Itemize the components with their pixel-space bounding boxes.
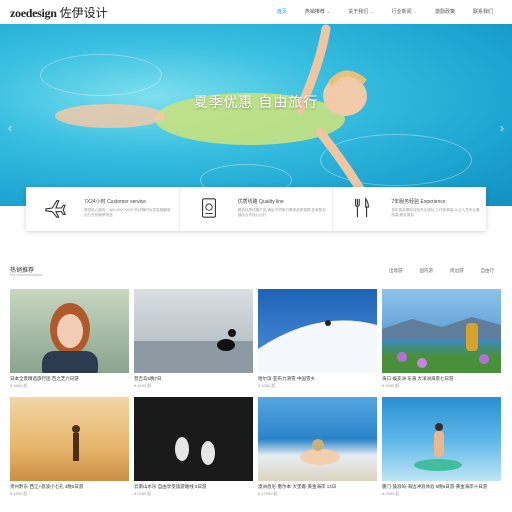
swimmer-illustration — [55, 24, 368, 194]
product-card[interactable]: 普吉岛5晚7日 ¥ 6180 起 — [134, 289, 253, 393]
nav-policy[interactable]: 激励政策 — [426, 8, 464, 15]
product-card[interactable]: 厦门·鼓浪屿·海边冲浪体验 5晚6日游·黄金海岸十日游 ¥ 2590 起 — [382, 397, 501, 501]
filter-outbound[interactable]: 出境游 — [389, 268, 403, 274]
product-card[interactable]: 云南山水乐 自由享受旅游路线 5日游 ¥ 2180 起 — [134, 397, 253, 501]
product-price: ¥ 17999 起 — [258, 491, 278, 496]
section-subtitle: Hot recommendation — [10, 273, 43, 277]
nav-about[interactable]: 关于我们 ⌄ — [339, 8, 382, 15]
product-image — [382, 397, 501, 481]
product-title: 厦门·鼓浪屿·海边冲浪体验 5晚6日游·黄金海岸十日游 — [382, 484, 488, 489]
product-image — [258, 289, 377, 373]
site-logo[interactable]: zoedesign 佐伊设计 — [10, 4, 108, 21]
feature-title: 7年服务经验 Experience — [391, 199, 446, 205]
product-image — [258, 397, 377, 481]
nav-news[interactable]: 行业新闻 ⌄ — [383, 8, 426, 15]
product-image — [382, 289, 501, 373]
logo-cn: 佐伊设计 — [59, 6, 108, 20]
product-title: 云南山水乐 自由享受旅游路线 5日游 — [134, 484, 207, 489]
nav-hot[interactable]: 热销推荐 ⌄ — [296, 8, 339, 15]
product-title: 贵州黔东·西江+荔波小七孔 4晚5日游 — [10, 484, 84, 489]
product-image — [10, 289, 129, 373]
chevron-down-icon: ⌄ — [326, 9, 331, 14]
product-card[interactable]: 哈尔滨·亚布力滑雪·中国雪乡 ¥ 3280 起 — [258, 289, 377, 393]
product-price: ¥ 2590 起 — [382, 491, 400, 496]
site-header: zoedesign 佐伊设计 首页 热销推荐 ⌄ 关于我们 ⌄ 行业新闻 ⌄ 激励政策… — [0, 0, 512, 24]
hero-banner[interactable]: 夏季优惠 自由旅行 ‹ › — [0, 24, 512, 206]
dining-icon — [355, 197, 370, 218]
product-card[interactable]: 海口·蜈支洲 东海 大洋洲海景七日游 ¥ 5980 起 — [382, 289, 501, 393]
passport-icon — [201, 198, 216, 218]
filter-nearby[interactable]: 周边游 — [450, 268, 464, 274]
feature-desc: 精选优质线路产品 满足不同旅行需求品质保障 多家知名酒店合作放心出行 — [237, 208, 326, 217]
feature-quality[interactable]: 优质线路 Quality line 精选优质线路产品 满足不同旅行需求品质保障 … — [180, 187, 334, 231]
filter-domestic[interactable]: 国内游 — [420, 268, 434, 274]
product-price: ¥ 6180 起 — [134, 383, 152, 388]
filter-tabs: 出境游 国内游 周边游 自由行 — [389, 268, 494, 274]
product-title: 澳洲悉尼·墨尔本·大堡礁·黄金海岸 14日 — [258, 484, 337, 489]
nav-home[interactable]: 首页 — [268, 8, 296, 15]
feature-desc: 提供贴心服务：400-0000-0000 热线随时为您答疑解惑出行无忧畅享旅途 — [84, 208, 171, 217]
feature-desc: 多年旅游服务经验专业团队 工作效率高 从业人员专业素质高 服务周到 — [391, 208, 480, 217]
product-price: ¥ 4880 起 — [10, 383, 28, 388]
chevron-down-icon: ⌄ — [370, 9, 374, 14]
product-title: 哈尔滨·亚布力滑雪·中国雪乡 — [258, 376, 315, 381]
feature-title: 7X24小时 Customer service — [84, 199, 146, 205]
nav-contact[interactable]: 联系我们 — [464, 8, 502, 15]
product-price: ¥ 1590 起 — [10, 491, 28, 496]
product-card[interactable]: 澳洲悉尼·墨尔本·大堡礁·黄金海岸 14日 ¥ 17999 起 — [258, 397, 377, 501]
chevron-left-icon[interactable]: ‹ — [8, 121, 12, 135]
product-image — [10, 397, 129, 481]
hero-caption: 夏季优惠 自由旅行 — [193, 94, 319, 110]
product-image — [134, 397, 253, 481]
product-title: 日本全景精选旅行团 百之芝六日游 — [10, 376, 79, 381]
product-title: 普吉岛5晚7日 — [134, 376, 162, 381]
feature-service[interactable]: 7X24小时 Customer service 提供贴心服务：400-0000-… — [26, 187, 180, 231]
product-card[interactable]: 日本全景精选旅行团 百之芝六日游 ¥ 4880 起 — [10, 289, 129, 393]
product-image — [134, 289, 253, 373]
chevron-right-icon[interactable]: › — [500, 121, 504, 135]
filter-independent[interactable]: 自由行 — [481, 268, 495, 274]
feature-experience[interactable]: 7年服务经验 Experience 多年旅游服务经验专业团队 工作效率高 从业人… — [333, 187, 486, 231]
feature-title: 优质线路 Quality line — [237, 199, 284, 205]
features-bar: 7X24小时 Customer service 提供贴心服务：400-0000-… — [26, 187, 486, 231]
product-price: ¥ 2180 起 — [134, 491, 152, 496]
chevron-down-icon: ⌄ — [413, 9, 417, 14]
product-card[interactable]: 贵州黔东·西江+荔波小七孔 4晚5日游 ¥ 1590 起 — [10, 397, 129, 501]
product-price: ¥ 3280 起 — [258, 383, 276, 388]
airplane-icon — [45, 200, 66, 218]
product-title: 海口·蜈支洲 东海 大洋洲海景七日游 — [382, 376, 454, 381]
product-price: ¥ 5980 起 — [382, 383, 400, 388]
main-nav: 首页 热销推荐 ⌄ 关于我们 ⌄ 行业新闻 ⌄ 激励政策 联系我们 — [268, 8, 502, 15]
logo-brand: zoedesign — [10, 6, 57, 20]
